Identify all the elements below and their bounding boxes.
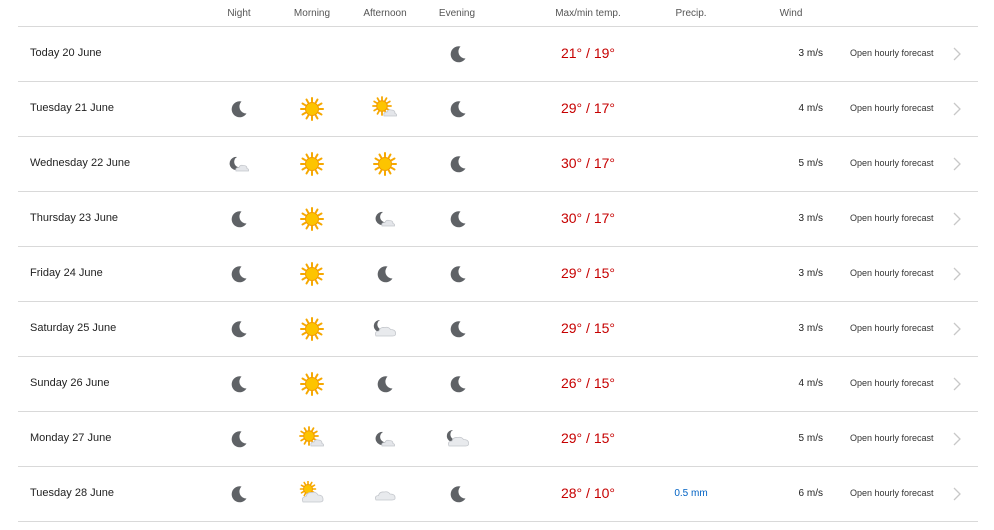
chevron-right-icon[interactable] bbox=[952, 376, 962, 392]
row-temp: 29° / 15° bbox=[560, 430, 615, 446]
moon-cloud-icon bbox=[372, 426, 398, 452]
forecast-row[interactable]: Sunday 26 June 26° / 15° 4 m/s Open hourly … bbox=[18, 357, 978, 412]
sun-big-cloud-icon bbox=[299, 481, 325, 507]
sun-icon bbox=[299, 316, 325, 342]
row-wind: 6 m/s bbox=[798, 488, 823, 499]
row-day: Tuesday 28 June bbox=[30, 487, 114, 499]
moon-icon bbox=[226, 96, 252, 122]
forecast-row[interactable]: Thursday 23 June 30° / 17° 3 m/s Open hourl… bbox=[18, 192, 978, 247]
open-hourly-forecast-link[interactable]: Open hourly forecast bbox=[850, 488, 934, 498]
chevron-right-icon[interactable] bbox=[952, 266, 962, 282]
forecast-row[interactable]: Today 20 June 21° / 19° 3 m/s Open hourly f… bbox=[18, 27, 978, 82]
forecast-row[interactable]: Saturday 25 June 29° / 15° 3 m/s Open hourl… bbox=[18, 302, 978, 357]
row-day: Friday 24 June bbox=[30, 267, 103, 279]
row-temp: 29° / 15° bbox=[560, 265, 615, 281]
header-precip: Precip. bbox=[675, 8, 707, 19]
sun-icon bbox=[299, 261, 325, 287]
header-morning: Morning bbox=[293, 8, 331, 19]
open-hourly-forecast-link[interactable]: Open hourly forecast bbox=[850, 103, 934, 113]
moon-icon bbox=[372, 371, 398, 397]
moon-icon bbox=[372, 261, 398, 287]
open-hourly-forecast-link[interactable]: Open hourly forecast bbox=[850, 268, 934, 278]
header-night: Night bbox=[227, 8, 251, 19]
open-hourly-forecast-link[interactable]: Open hourly forecast bbox=[850, 213, 934, 223]
moon-icon bbox=[445, 481, 471, 507]
row-day: Tuesday 21 June bbox=[30, 102, 114, 114]
open-hourly-forecast-link[interactable]: Open hourly forecast bbox=[850, 378, 934, 388]
row-day: Monday 27 June bbox=[30, 432, 112, 444]
row-wind: 5 m/s bbox=[798, 158, 823, 169]
moon-icon bbox=[445, 96, 471, 122]
moon-icon bbox=[226, 206, 252, 232]
row-wind: 5 m/s bbox=[798, 433, 823, 444]
cloud-icon bbox=[372, 481, 398, 507]
forecast-table: Night Morning Afternoon Evening Max/min … bbox=[18, 0, 978, 522]
moon-icon bbox=[445, 206, 471, 232]
row-wind: 3 m/s bbox=[798, 323, 823, 334]
forecast-row[interactable]: Monday 27 June 29° / 15° 5 m/s Open hourly … bbox=[18, 412, 978, 467]
forecast-row[interactable]: Wednesday 22 June 30° / 17° 5 m/s Open hour… bbox=[18, 137, 978, 192]
moon-icon bbox=[226, 261, 252, 287]
row-day: Sunday 26 June bbox=[30, 377, 110, 389]
row-temp: 28° / 10° bbox=[560, 485, 615, 501]
forecast-row[interactable]: Tuesday 28 June 28° / 10° 0.5 mm 6 m/s Open … bbox=[18, 467, 978, 522]
chevron-right-icon[interactable] bbox=[952, 486, 962, 502]
sun-icon bbox=[299, 96, 325, 122]
chevron-right-icon[interactable] bbox=[952, 431, 962, 447]
moon-icon bbox=[445, 261, 471, 287]
row-wind: 3 m/s bbox=[798, 213, 823, 224]
row-temp: 21° / 19° bbox=[560, 45, 615, 61]
row-wind: 3 m/s bbox=[798, 268, 823, 279]
sun-cloud-icon bbox=[372, 96, 398, 122]
moon-icon bbox=[226, 426, 252, 452]
moon-cloud-icon bbox=[226, 151, 252, 177]
chevron-right-icon[interactable] bbox=[952, 156, 962, 172]
row-temp: 30° / 17° bbox=[560, 210, 615, 226]
sun-icon bbox=[299, 206, 325, 232]
forecast-row[interactable]: Tuesday 21 June 29° / 17° 4 m/s Open hourly… bbox=[18, 82, 978, 137]
chevron-right-icon[interactable] bbox=[952, 211, 962, 227]
row-day: Wednesday 22 June bbox=[30, 157, 131, 169]
moon-icon bbox=[226, 371, 252, 397]
moon-icon bbox=[445, 371, 471, 397]
sun-icon bbox=[299, 371, 325, 397]
row-temp: 30° / 17° bbox=[560, 155, 615, 171]
row-wind: 4 m/s bbox=[798, 378, 823, 389]
moon-big-cloud-icon bbox=[372, 316, 398, 342]
moon-icon bbox=[226, 316, 252, 342]
row-day: Today 20 June bbox=[30, 47, 102, 59]
row-precip: 0.5 mm bbox=[674, 488, 708, 499]
row-wind: 3 m/s bbox=[798, 48, 823, 59]
forecast-row[interactable]: Friday 24 June 29° / 15° 3 m/s Open hourly … bbox=[18, 247, 978, 302]
open-hourly-forecast-link[interactable]: Open hourly forecast bbox=[850, 48, 934, 58]
moon-icon bbox=[445, 316, 471, 342]
open-hourly-forecast-link[interactable]: Open hourly forecast bbox=[850, 158, 934, 168]
sun-icon bbox=[299, 151, 325, 177]
row-temp: 29° / 15° bbox=[560, 320, 615, 336]
moon-big-cloud-icon bbox=[445, 426, 471, 452]
header-temp: Max/min temp. bbox=[555, 8, 621, 19]
open-hourly-forecast-link[interactable]: Open hourly forecast bbox=[850, 433, 934, 443]
row-temp: 26° / 15° bbox=[560, 375, 615, 391]
chevron-right-icon[interactable] bbox=[952, 101, 962, 117]
header-afternoon: Afternoon bbox=[363, 8, 407, 19]
moon-icon bbox=[445, 41, 471, 67]
moon-cloud-icon bbox=[372, 206, 398, 232]
row-wind: 4 m/s bbox=[798, 103, 823, 114]
sun-cloud-icon bbox=[299, 426, 325, 452]
row-temp: 29° / 17° bbox=[560, 100, 615, 116]
chevron-right-icon[interactable] bbox=[952, 46, 962, 62]
table-header: Night Morning Afternoon Evening Max/min … bbox=[18, 0, 978, 27]
moon-icon bbox=[226, 481, 252, 507]
header-evening: Evening bbox=[438, 8, 476, 19]
sun-icon bbox=[372, 151, 398, 177]
moon-icon bbox=[445, 151, 471, 177]
chevron-right-icon[interactable] bbox=[952, 321, 962, 337]
open-hourly-forecast-link[interactable]: Open hourly forecast bbox=[850, 323, 934, 333]
row-day: Thursday 23 June bbox=[30, 212, 119, 224]
row-day: Saturday 25 June bbox=[30, 322, 117, 334]
header-wind: Wind bbox=[779, 8, 803, 19]
